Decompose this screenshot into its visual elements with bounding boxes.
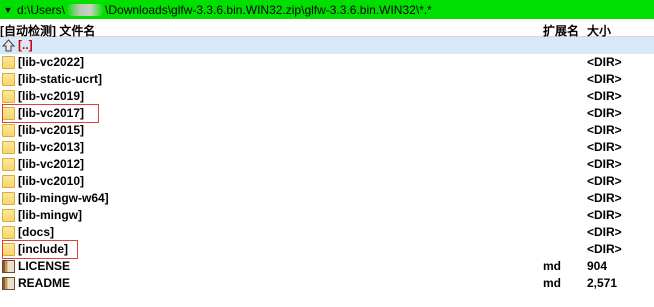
list-item[interactable]: [lib-static-ucrt] <DIR> xyxy=(0,71,654,88)
folder-icon xyxy=(2,226,15,239)
folder-icon xyxy=(2,175,15,188)
file-size: <DIR> xyxy=(587,208,622,222)
file-size: <DIR> xyxy=(587,140,622,154)
file-size: 904 xyxy=(587,259,608,273)
file-size: <DIR> xyxy=(587,242,622,256)
file-size: <DIR> xyxy=(587,123,622,137)
file-size: 2,571 xyxy=(587,276,618,290)
list-item[interactable]: [lib-mingw-w64] <DIR> xyxy=(0,190,654,207)
file-size: <DIR> xyxy=(587,191,622,205)
list-item[interactable]: [include] <DIR> xyxy=(0,241,654,258)
archive-file-icon xyxy=(2,277,15,290)
column-header-bar: [自动检测] 文件名 扩展名 大小 xyxy=(0,20,654,38)
file-name: [lib-mingw-w64] xyxy=(18,191,109,205)
list-item[interactable]: [lib-vc2012] <DIR> xyxy=(0,156,654,173)
file-ext: md xyxy=(543,276,561,290)
file-name: [lib-vc2022] xyxy=(18,55,85,69)
file-name: [docs] xyxy=(18,225,54,239)
up-arrow-icon xyxy=(1,39,16,52)
file-size: <DIR> xyxy=(587,225,622,239)
folder-icon xyxy=(2,141,15,154)
folder-icon xyxy=(2,90,15,103)
file-size: <DIR> xyxy=(587,157,622,171)
file-name: [..] xyxy=(18,38,33,52)
file-size: <DIR> xyxy=(587,72,622,86)
list-item[interactable]: [lib-vc2019] <DIR> xyxy=(0,88,654,105)
folder-icon xyxy=(2,56,15,69)
folder-icon xyxy=(2,124,15,137)
redacted-username xyxy=(66,3,105,16)
file-name: [lib-mingw] xyxy=(18,208,82,222)
list-item[interactable]: [lib-vc2015] <DIR> xyxy=(0,122,654,139)
list-item[interactable]: [lib-vc2013] <DIR> xyxy=(0,139,654,156)
path-prefix: d:\Users\ xyxy=(17,2,66,17)
list-item[interactable]: README md 2,571 xyxy=(0,275,654,292)
list-item[interactable]: [lib-vc2022] <DIR> xyxy=(0,54,654,71)
path-bar[interactable]: ▼ d:\Users\ \Downloads\glfw-3.3.6.bin.WI… xyxy=(0,0,654,19)
chevron-down-icon[interactable]: ▼ xyxy=(1,5,15,15)
file-name: [lib-vc2015] xyxy=(18,123,85,137)
file-size: <DIR> xyxy=(587,174,622,188)
list-item[interactable]: LICENSE md 904 xyxy=(0,258,654,275)
file-name: [lib-vc2010] xyxy=(18,174,85,188)
folder-icon xyxy=(2,158,15,171)
file-name: LICENSE xyxy=(18,259,71,273)
file-name: [include] xyxy=(18,242,68,256)
file-name: [lib-vc2019] xyxy=(18,89,85,103)
path-suffix: \Downloads\glfw-3.3.6.bin.WIN32.zip\glfw… xyxy=(105,2,432,17)
file-name: [lib-static-ucrt] xyxy=(18,72,102,86)
list-item[interactable]: [docs] <DIR> xyxy=(0,224,654,241)
file-size: <DIR> xyxy=(587,89,622,103)
file-name: [lib-vc2013] xyxy=(18,140,85,154)
folder-icon xyxy=(2,209,15,222)
folder-icon xyxy=(2,243,15,256)
file-name: README xyxy=(18,276,71,290)
parent-dir-row[interactable]: [..] xyxy=(0,37,654,54)
folder-icon xyxy=(2,192,15,205)
list-item[interactable]: [lib-vc2010] <DIR> xyxy=(0,173,654,190)
file-ext: md xyxy=(543,259,561,273)
list-item[interactable]: [lib-mingw] <DIR> xyxy=(0,207,654,224)
file-size: <DIR> xyxy=(587,106,622,120)
file-list: [..] [lib-vc2022] <DIR> [lib-static-ucrt] <D… xyxy=(0,37,654,292)
list-item[interactable]: [lib-vc2017] <DIR> xyxy=(0,105,654,122)
folder-icon xyxy=(2,73,15,86)
file-name: [lib-vc2012] xyxy=(18,157,85,171)
file-name: [lib-vc2017] xyxy=(18,106,85,120)
file-size: <DIR> xyxy=(587,55,622,69)
archive-file-icon xyxy=(2,260,15,273)
folder-icon xyxy=(2,107,15,120)
